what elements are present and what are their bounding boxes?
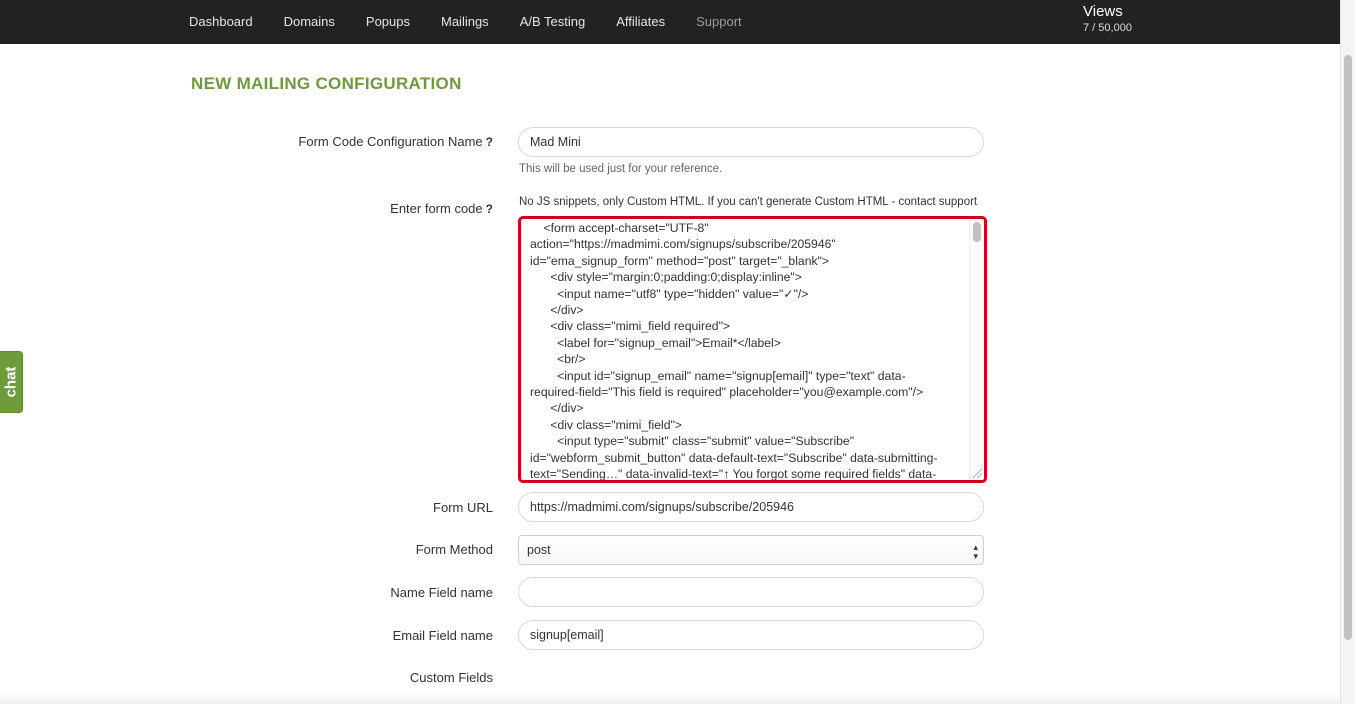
page-scrollbar-thumb[interactable]: [1344, 55, 1352, 640]
form-code-scrollbar[interactable]: [969, 219, 984, 480]
config-name-label: Form Code Configuration Name: [298, 134, 483, 149]
name-field-label: Name Field name: [390, 585, 493, 600]
form-method-value: post: [527, 543, 551, 557]
form-code-hint: No JS snippets, only Custom HTML. If you…: [519, 196, 978, 208]
page-scrollbar[interactable]: [1340, 0, 1355, 704]
views-counter: Views 7 / 50,000: [1083, 3, 1132, 35]
form-code-content[interactable]: <form accept-charset="UTF-8" action="htt…: [521, 219, 984, 480]
email-field-input[interactable]: [518, 620, 984, 650]
form-method-select[interactable]: post ▴ ▾: [518, 535, 984, 565]
nav-mailings[interactable]: Mailings: [441, 0, 489, 44]
form-code-label: Enter form code: [390, 201, 483, 216]
name-field-input[interactable]: [518, 577, 984, 607]
nav-popups[interactable]: Popups: [366, 0, 410, 44]
form-method-label: Form Method: [415, 542, 493, 557]
chat-tab-button[interactable]: chat: [0, 351, 23, 413]
select-arrows-icon: ▴ ▾: [973, 542, 978, 561]
nav-support[interactable]: Support: [696, 0, 742, 44]
config-name-input[interactable]: [518, 127, 984, 157]
form-code-label-row: Enter form code?: [190, 201, 493, 216]
config-name-label-row: Form Code Configuration Name?: [190, 134, 493, 149]
form-url-label: Form URL: [433, 500, 493, 515]
form-code-textarea[interactable]: <form accept-charset="UTF-8" action="htt…: [518, 216, 987, 483]
custom-fields-label: Custom Fields: [409, 670, 493, 685]
main-nav: Dashboard Domains Popups Mailings A/B Te…: [189, 0, 773, 44]
nav-dashboard[interactable]: Dashboard: [189, 0, 253, 44]
views-count: 7 / 50,000: [1083, 22, 1132, 34]
top-navbar: Dashboard Domains Popups Mailings A/B Te…: [0, 0, 1340, 44]
bottom-fade: [0, 692, 1340, 704]
config-name-help-icon[interactable]: ?: [486, 135, 493, 149]
views-label: Views: [1083, 3, 1123, 20]
email-field-label: Email Field name: [392, 628, 493, 643]
form-code-help-icon[interactable]: ?: [486, 202, 493, 216]
resize-handle-icon[interactable]: [973, 469, 982, 478]
nav-ab-testing[interactable]: A/B Testing: [520, 0, 586, 44]
form-url-input[interactable]: [518, 492, 984, 522]
nav-domains[interactable]: Domains: [284, 0, 335, 44]
nav-affiliates[interactable]: Affiliates: [616, 0, 665, 44]
page-title: NEW MAILING CONFIGURATION: [191, 74, 462, 93]
form-code-scrollbar-thumb[interactable]: [973, 222, 981, 242]
config-name-hint: This will be used just for your referenc…: [519, 163, 723, 175]
chat-tab-label: chat: [2, 366, 20, 398]
